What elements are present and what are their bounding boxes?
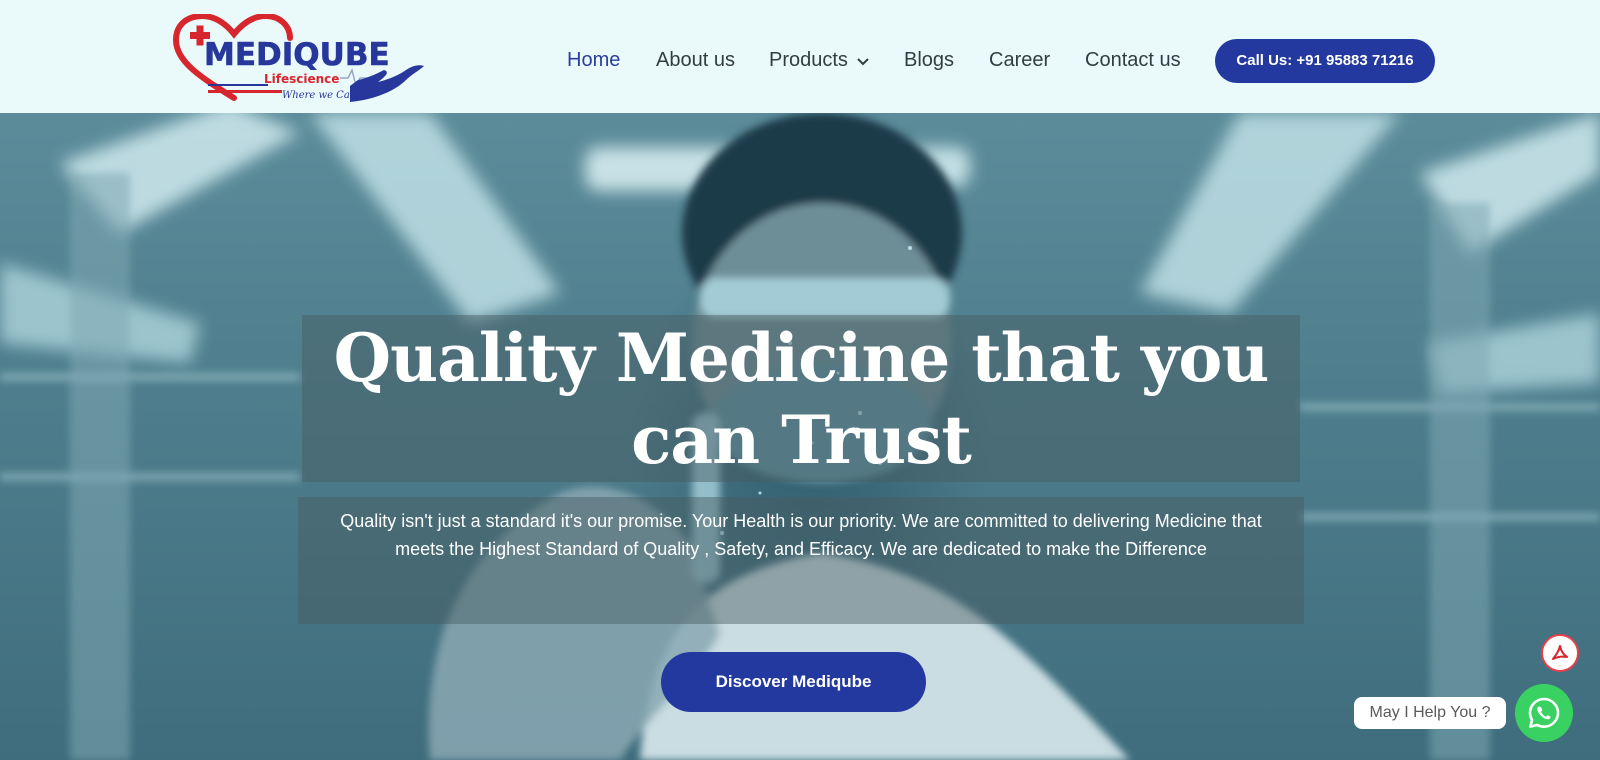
nav-career[interactable]: Career <box>989 48 1050 72</box>
nav-home[interactable]: Home <box>567 48 620 72</box>
site-header: MEDIQUBE Lifescience Where we Care! Home… <box>0 0 1600 113</box>
discover-button[interactable]: Discover Mediqube <box>661 652 926 712</box>
help-bubble[interactable]: May I Help You ? <box>1354 697 1506 729</box>
hero-description: Quality isn't just a standard it's our p… <box>340 511 1262 559</box>
pdf-icon <box>1552 645 1568 660</box>
hero-title: Quality Medicine that you can Trust <box>333 319 1270 479</box>
hero-section: Quality Medicine that you can Trust Qual… <box>0 113 1600 760</box>
chevron-down-icon <box>856 49 870 73</box>
pdf-button[interactable] <box>1541 634 1579 672</box>
whatsapp-icon <box>1528 697 1560 728</box>
nav-products[interactable]: Products <box>769 48 870 73</box>
nav-products-label: Products <box>769 49 848 71</box>
nav-contact-us[interactable]: Contact us <box>1085 48 1181 72</box>
nav-blogs[interactable]: Blogs <box>904 48 954 72</box>
nav-about-us[interactable]: About us <box>656 48 735 72</box>
call-us-button[interactable]: Call Us: +91 95883 71216 <box>1215 39 1435 83</box>
whatsapp-chat-button[interactable] <box>1515 684 1573 742</box>
